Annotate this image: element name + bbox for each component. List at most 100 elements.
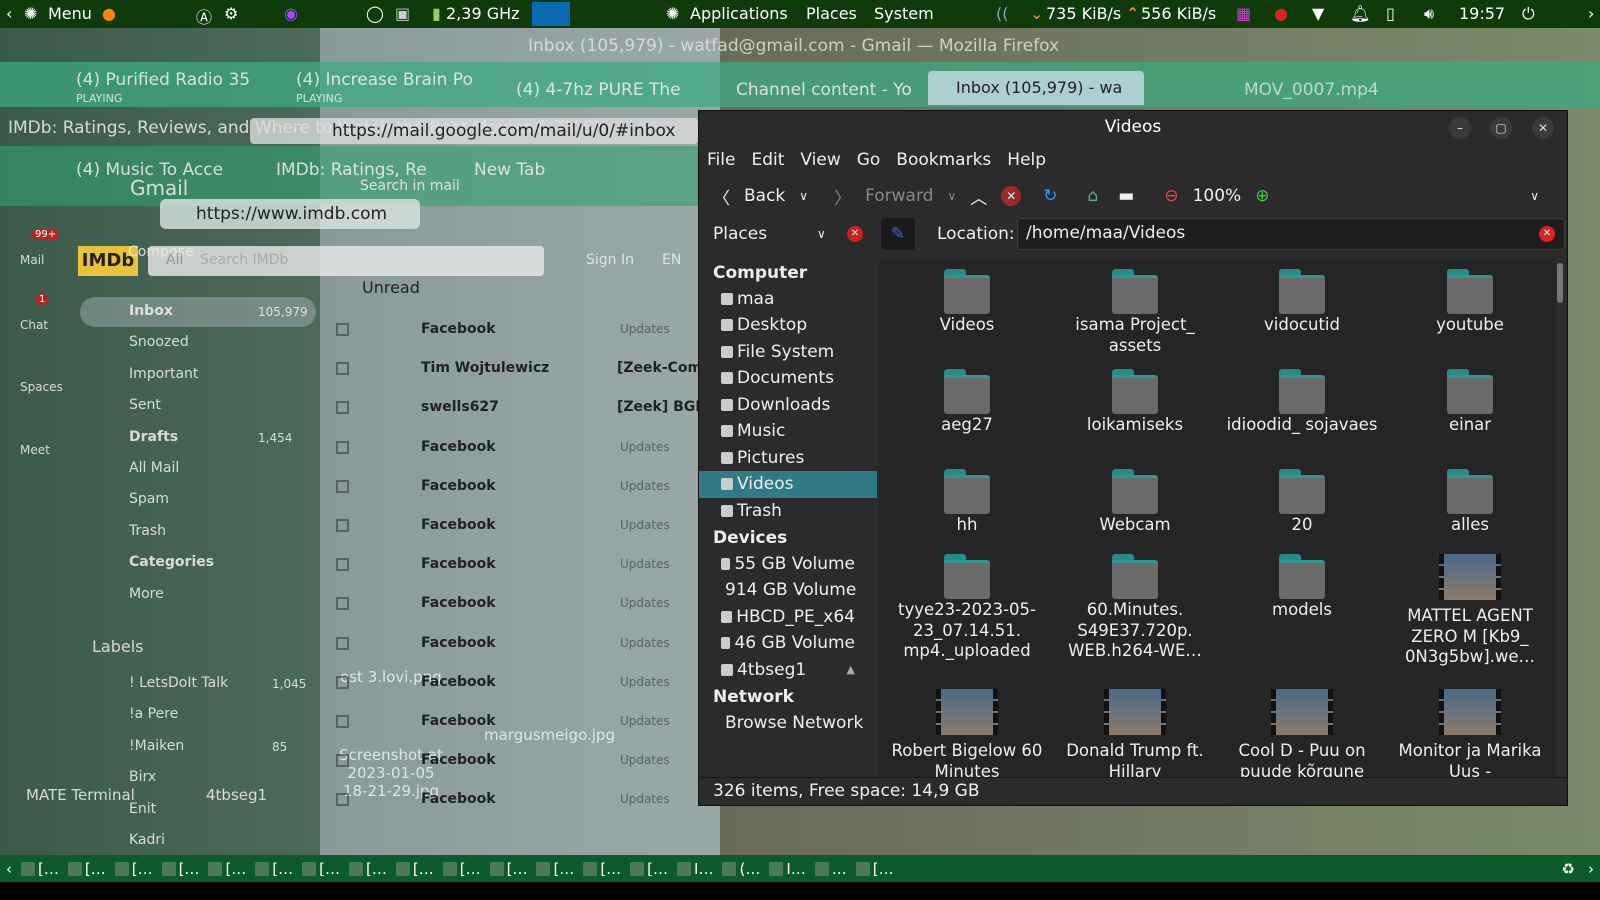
email-sender[interactable]: Facebook	[421, 752, 496, 768]
taskbar-window-button[interactable]: […	[349, 860, 387, 878]
spaces-rail-item[interactable]: Spaces	[20, 380, 63, 394]
sidebar-item[interactable]: HBCD_PE_x64	[699, 604, 877, 631]
close-sidebar-icon[interactable]: ✕	[847, 226, 863, 242]
folder-important[interactable]: Important	[129, 366, 198, 382]
record-icon[interactable]: ●	[1274, 4, 1288, 23]
places-dropdown-icon[interactable]: ∨	[817, 227, 826, 241]
file-item[interactable]: einar	[1390, 369, 1550, 436]
menu-go[interactable]: Go	[857, 150, 881, 171]
taskbar-window-button[interactable]: …	[814, 860, 847, 878]
places-menu[interactable]: Places	[806, 4, 857, 23]
email-checkbox[interactable]	[336, 479, 349, 493]
sidebar-item[interactable]: 55 GB Volume	[699, 551, 877, 578]
folder-categories[interactable]: Categories	[129, 554, 214, 570]
firefox-launcher-icon[interactable]: ●	[102, 4, 116, 23]
home-icon[interactable]: ⌂	[1088, 186, 1099, 206]
terminal-icon[interactable]: ▣	[395, 4, 410, 23]
file-item[interactable]: vidocutid	[1222, 269, 1382, 336]
settings-icon[interactable]: ⚙	[224, 4, 238, 23]
tab[interactable]: IMDb: Ratings, Re	[276, 160, 427, 180]
email-sender[interactable]: Facebook	[421, 321, 496, 337]
folder-snoozed[interactable]: Snoozed	[129, 334, 189, 350]
folder-all-mail[interactable]: All Mail	[129, 460, 179, 476]
notification-bell-icon[interactable]: 🔔︎	[1350, 4, 1370, 23]
stop-icon[interactable]: ✕	[1001, 186, 1022, 206]
desktop-icon-label[interactable]: margusmeigo.jpg	[484, 726, 615, 744]
tab[interactable]: (4) Purified Radio 35	[76, 70, 250, 90]
title-bar[interactable]: Videos – ▢ ✕	[699, 111, 1567, 144]
tab[interactable]: (4) Increase Brain Po	[296, 70, 473, 90]
email-checkbox[interactable]	[336, 597, 349, 611]
sidebar-item[interactable]: Pictures	[699, 445, 877, 472]
mail-rail-item[interactable]: Mail	[20, 253, 44, 267]
taskbar-window-button[interactable]: […	[489, 860, 527, 878]
email-sender[interactable]: Facebook	[421, 478, 496, 494]
file-item[interactable]: Robert Bigelow 60 Minutes	[887, 689, 1047, 779]
active-tab-gmail[interactable]: Inbox (105,979) - wa	[928, 71, 1144, 105]
taskbar-window-button[interactable]: I…	[677, 860, 713, 878]
forward-history-dropdown[interactable]: ∨	[947, 189, 956, 203]
file-item[interactable]: Monitor ja Marika Uus -	[1390, 689, 1550, 779]
edit-location-icon[interactable]: ✎	[881, 218, 915, 250]
search-mail-input[interactable]: Search in mail	[360, 178, 460, 194]
file-item[interactable]: idioodid_ sojavaes	[1222, 369, 1382, 436]
file-item[interactable]: alles	[1390, 469, 1550, 536]
email-checkbox[interactable]	[336, 323, 349, 336]
email-sender[interactable]: Facebook	[421, 791, 496, 807]
power-icon[interactable]: ⏻	[1522, 4, 1535, 24]
menu-edit[interactable]: Edit	[751, 150, 784, 171]
menu-file[interactable]: File	[707, 150, 735, 171]
label-item[interactable]: Birx	[129, 769, 156, 785]
tor-icon[interactable]: ◉	[284, 4, 298, 23]
file-item[interactable]: isama Project_ assets	[1055, 269, 1215, 356]
file-item[interactable]: MATTEL AGENT ZERO M [Kb9_ 0N3g5bw].we…	[1390, 554, 1550, 668]
email-sender[interactable]: Facebook	[421, 595, 496, 611]
file-item[interactable]: aeg27	[887, 369, 1047, 436]
eject-icon[interactable]: ▲	[847, 663, 855, 676]
panel-scroll-left[interactable]: ‹	[6, 4, 12, 23]
sidebar-item[interactable]: Desktop	[699, 312, 877, 339]
taskbar-window-button[interactable]: […	[442, 860, 481, 878]
folder-sent[interactable]: Sent	[129, 397, 161, 413]
forward-arrow-icon[interactable]: 〉	[834, 184, 851, 209]
file-item[interactable]: loikamiseks	[1055, 369, 1215, 436]
email-sender[interactable]: Facebook	[421, 635, 496, 651]
sidebar-item[interactable]: 46 GB Volume	[699, 630, 877, 657]
email-checkbox[interactable]	[336, 675, 349, 689]
forward-button[interactable]: Forward	[865, 186, 933, 206]
taskbar-window-button[interactable]: […	[67, 860, 106, 878]
email-sender[interactable]: Facebook	[421, 517, 496, 533]
taskbar-window-button[interactable]: […	[114, 860, 153, 878]
menu-bookmarks[interactable]: Bookmarks	[896, 150, 991, 171]
file-item[interactable]: Donald Trump ft. Hillary	[1055, 689, 1215, 779]
email-checkbox[interactable]	[336, 715, 349, 728]
menu-view[interactable]: View	[800, 150, 840, 171]
sidebar-item[interactable]: Trash	[699, 498, 877, 525]
sign-in-link[interactable]: Sign In	[586, 252, 634, 268]
unread-section[interactable]: Unread	[362, 278, 420, 297]
sidebar-item[interactable]: 914 GB Volume	[699, 577, 877, 604]
email-subject[interactable]: [Zeek-Com	[617, 360, 702, 376]
chat-rail-item[interactable]: Chat	[20, 318, 48, 332]
taskbar-window-button[interactable]: […	[630, 860, 668, 878]
sidebar-item[interactable]: Browse Network	[699, 710, 877, 737]
taskbar-window-button[interactable]: […	[161, 860, 199, 878]
computer-icon[interactable]: ▬	[1118, 186, 1134, 206]
file-item[interactable]: hh	[887, 469, 1047, 536]
taskbar-window-button[interactable]: […	[536, 860, 574, 878]
email-sender[interactable]: Facebook	[421, 556, 496, 572]
taskbar-window-button[interactable]: […	[255, 860, 293, 878]
zoom-out-icon[interactable]: ⊖	[1164, 186, 1178, 206]
desktop-icon-label[interactable]: MOV_0007.mp4	[1244, 80, 1379, 100]
clock[interactable]: 19:57	[1459, 4, 1505, 23]
email-sender[interactable]: swells627	[421, 399, 499, 415]
email-checkbox[interactable]	[336, 401, 349, 415]
desktop-icon-label[interactable]: MATE Terminal	[26, 786, 135, 804]
file-item[interactable]: 20	[1222, 469, 1382, 536]
audio-app-icon[interactable]: ▦	[1236, 4, 1251, 23]
email-checkbox[interactable]	[336, 793, 349, 807]
imdb-search[interactable]: All Search IMDb	[148, 246, 544, 276]
back-arrow-icon[interactable]: 〈	[713, 184, 730, 209]
email-sender[interactable]: Facebook	[421, 674, 496, 690]
toolbar-overflow-icon[interactable]: ∨	[1530, 189, 1539, 203]
